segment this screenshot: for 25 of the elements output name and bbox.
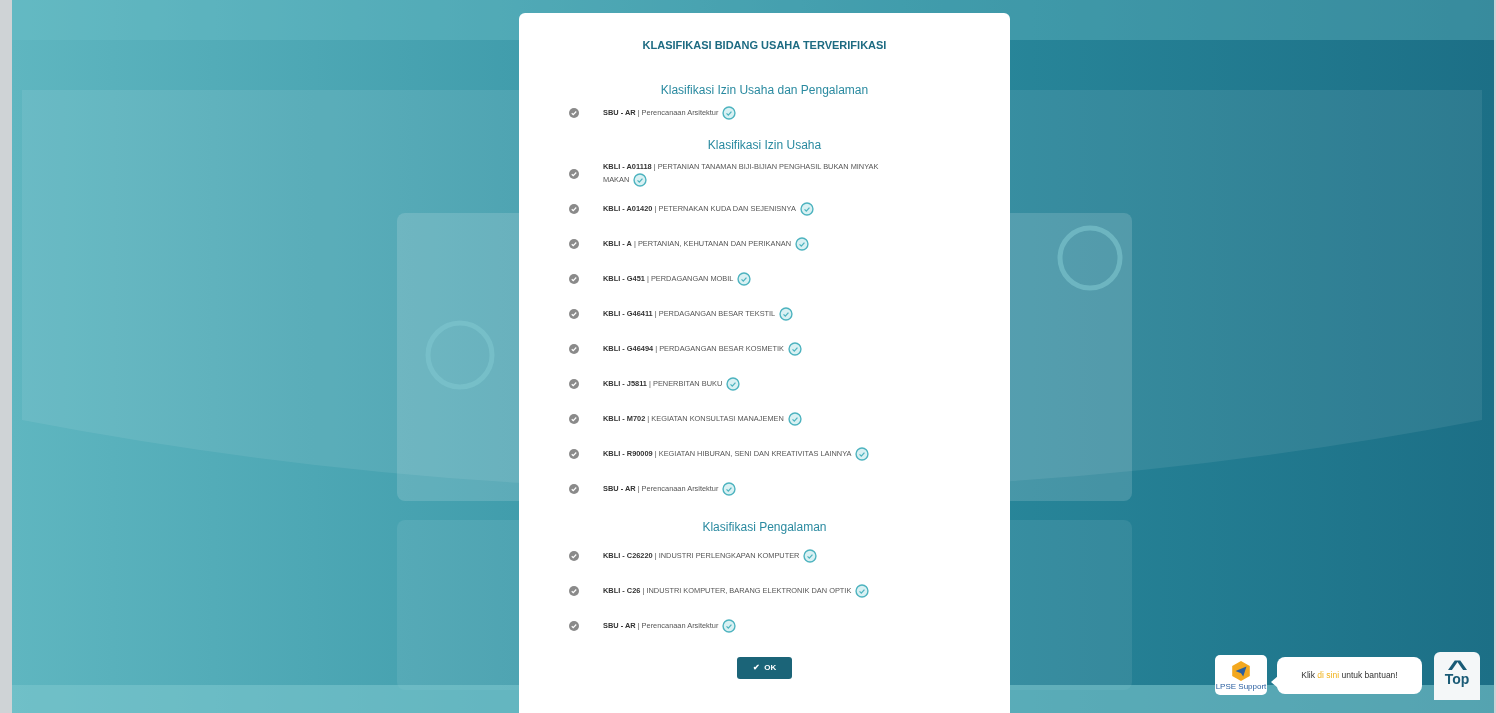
check-circle-icon	[569, 550, 579, 561]
help-bubble[interactable]: Klik di sini untuk bantuan!	[1277, 657, 1422, 694]
section-heading: Klasifikasi Izin Usaha	[706, 137, 823, 154]
check-circle-icon	[569, 413, 579, 424]
blurred-ring-icon	[1057, 225, 1123, 291]
check-circle-icon	[569, 483, 579, 494]
check-circle-icon	[569, 585, 579, 596]
ok-button[interactable]: ✔ OK	[737, 657, 792, 679]
support-logo[interactable]: LPSE Support	[1215, 655, 1267, 695]
section-heading: Klasifikasi Pengalaman	[701, 519, 828, 536]
check-circle-icon	[569, 308, 579, 319]
section-heading: Klasifikasi Izin Usaha dan Pengalaman	[659, 82, 870, 99]
check-circle-icon	[569, 448, 579, 459]
check-circle-icon	[569, 378, 579, 389]
check-circle-icon	[569, 620, 579, 631]
logo-caption: LPSE Support	[1215, 681, 1267, 691]
check-circle-icon	[569, 203, 579, 214]
support-logo-icon	[1230, 659, 1252, 682]
modal-title: KLASIFIKASI BIDANG USAHA TERVERIFIKASI	[641, 38, 888, 53]
check-circle-icon	[569, 273, 579, 284]
check-circle-icon	[569, 343, 579, 354]
scroll-top-button[interactable]: ^ Top	[1434, 652, 1480, 700]
check-circle-icon	[569, 168, 579, 179]
check-circle-icon	[569, 107, 579, 118]
check-circle-icon	[569, 238, 579, 249]
